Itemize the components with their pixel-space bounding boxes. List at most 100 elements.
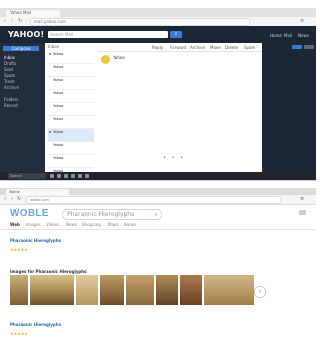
- message-list-header: Inbox: [48, 44, 59, 49]
- folder-recent[interactable]: Recent: [4, 103, 18, 108]
- right-sidebar: [262, 43, 316, 178]
- unread-icon: [49, 53, 51, 55]
- images-section-header[interactable]: Images for Pharaonic Hieroglyphs: [10, 269, 87, 274]
- message-from: Yahoo: [53, 78, 64, 82]
- mail-search-input[interactable]: Search Mail: [48, 31, 168, 38]
- image-thumbnail[interactable]: [30, 275, 74, 305]
- browser-tab[interactable]: Yahoo Mail: [6, 10, 60, 17]
- os-taskbar: Search: [0, 172, 316, 180]
- taskbar-app-icon[interactable]: [71, 174, 75, 178]
- image-thumbnail[interactable]: [76, 275, 98, 305]
- taskbar-search-input[interactable]: Search: [8, 173, 46, 179]
- message-list-item[interactable]: Yahoo: [48, 64, 94, 77]
- folder-drafts[interactable]: Drafts: [4, 61, 16, 66]
- search-input[interactable]: Pharaonic Hieroglyphs ⌕: [62, 209, 162, 220]
- tab-shopping[interactable]: Shopping: [82, 222, 101, 227]
- forward-icon[interactable]: ›: [11, 196, 13, 202]
- result-title[interactable]: Pharaonic Hieroglyphs: [10, 322, 61, 327]
- folder-group-folders[interactable]: Folders: [4, 97, 18, 102]
- tab-books[interactable]: Books: [124, 222, 136, 227]
- image-thumbnail[interactable]: [180, 275, 202, 305]
- menu-icon[interactable]: ≡: [300, 18, 304, 24]
- message-from: Yahoo: [53, 52, 64, 56]
- reload-icon[interactable]: ↻: [18, 18, 22, 24]
- move-button[interactable]: Move: [210, 45, 221, 50]
- taskbar-app-icon[interactable]: [78, 174, 82, 178]
- folder-archive[interactable]: Archive: [4, 85, 19, 90]
- search-tabs: Web Images Videos News Shopping Maps Boo…: [0, 221, 316, 230]
- folder-sent[interactable]: Sent: [4, 67, 13, 72]
- reader-from: Yahoo: [113, 55, 125, 60]
- message-list-item[interactable]: Yahoo: [48, 142, 94, 155]
- archive-button[interactable]: Archive: [190, 45, 205, 50]
- address-bar: ‹ › ↻ woble.com ≡: [0, 195, 316, 205]
- tab-images[interactable]: Images: [26, 222, 41, 227]
- taskbar-app-icon[interactable]: [50, 174, 54, 178]
- message-list-item[interactable]: Yahoo: [48, 90, 94, 103]
- message-list-item[interactable]: Yahoo: [48, 77, 94, 90]
- app-logo: YAHOO!: [8, 30, 45, 39]
- header-link-news[interactable]: News: [298, 33, 309, 38]
- back-icon[interactable]: ‹: [4, 18, 6, 24]
- message-list-item[interactable]: Yahoo: [48, 116, 94, 129]
- message-pager[interactable]: • • •: [163, 155, 185, 161]
- url-field[interactable]: woble.com: [26, 196, 281, 204]
- message-list-item[interactable]: Yahoo: [48, 51, 94, 64]
- tab-videos[interactable]: Videos: [46, 222, 59, 227]
- message-list-item[interactable]: Yahoo: [48, 155, 94, 168]
- message-from: Yahoo: [53, 117, 64, 121]
- message-from: Yahoo: [53, 65, 64, 69]
- taskbar-app-icon[interactable]: [57, 174, 61, 178]
- reload-icon[interactable]: ↻: [17, 196, 21, 202]
- delete-button[interactable]: Delete: [225, 45, 238, 50]
- taskbar-app-icon[interactable]: [64, 174, 68, 178]
- sidebar-settings-icon[interactable]: [304, 45, 314, 49]
- search-screenshot: Woble ‹ › ↻ woble.com ≡ WOBLE Pharaonic …: [0, 188, 316, 356]
- rating-stars: ★★★★★: [10, 331, 28, 336]
- search-engine-logo[interactable]: WOBLE: [10, 208, 49, 219]
- search-icon[interactable]: ⌕: [155, 210, 158, 219]
- taskbar-app-icon[interactable]: [85, 174, 89, 178]
- account-icon[interactable]: [299, 210, 306, 215]
- image-thumbnail[interactable]: [204, 275, 254, 305]
- forward-icon[interactable]: ›: [11, 18, 13, 24]
- folder-spam[interactable]: Spam: [4, 73, 15, 78]
- result-title[interactable]: Pharaonic Hieroglyphs: [10, 238, 61, 243]
- reply-button[interactable]: Reply: [152, 45, 163, 50]
- message-list-item[interactable]: Yahoo: [48, 103, 94, 116]
- image-thumbnail[interactable]: [156, 275, 178, 305]
- forward-button[interactable]: Forward: [170, 45, 186, 50]
- image-thumbnail[interactable]: [126, 275, 154, 305]
- search-button[interactable]: ⌕: [170, 31, 182, 38]
- message-list-item-selected[interactable]: Yahoo: [48, 129, 94, 142]
- tab-web[interactable]: Web: [10, 222, 20, 227]
- back-icon[interactable]: ‹: [4, 196, 6, 202]
- message-from: Yahoo: [53, 104, 64, 108]
- message-from: Yahoo: [53, 130, 64, 134]
- compose-button[interactable]: Compose: [3, 46, 39, 51]
- header-link-home[interactable]: Home: [270, 33, 282, 38]
- search-header: WOBLE Pharaonic Hieroglyphs ⌕: [0, 205, 316, 221]
- tab-maps[interactable]: Maps: [108, 222, 119, 227]
- message-from: Yahoo: [53, 91, 64, 95]
- rating-stars: ★★★★★: [10, 247, 28, 252]
- url-field[interactable]: mail.yahoo.com: [30, 18, 250, 26]
- folder-inbox[interactable]: Inbox: [4, 55, 15, 60]
- spam-button[interactable]: Spam: [244, 45, 255, 50]
- tab-news[interactable]: News: [66, 222, 77, 227]
- folder-trash[interactable]: Trash: [4, 79, 15, 84]
- message-from: Yahoo: [53, 143, 64, 147]
- image-thumbnail[interactable]: [10, 275, 28, 305]
- header-link-mail[interactable]: Mail: [284, 33, 292, 38]
- search-query: Pharaonic Hieroglyphs: [67, 211, 135, 218]
- sidebar-action-icon[interactable]: [292, 45, 302, 49]
- sender-avatar: [101, 55, 110, 64]
- menu-icon[interactable]: ≡: [300, 196, 304, 202]
- body-line: [105, 117, 235, 121]
- image-thumbnail[interactable]: [100, 275, 124, 305]
- message-body: [105, 73, 235, 121]
- carousel-next-icon[interactable]: ›: [254, 286, 266, 298]
- mail-screenshot: Yahoo Mail ‹ › ↻ mail.yahoo.com ≡ YAHOO!…: [0, 8, 316, 181]
- unread-icon: [49, 131, 51, 133]
- image-carousel: [10, 275, 260, 305]
